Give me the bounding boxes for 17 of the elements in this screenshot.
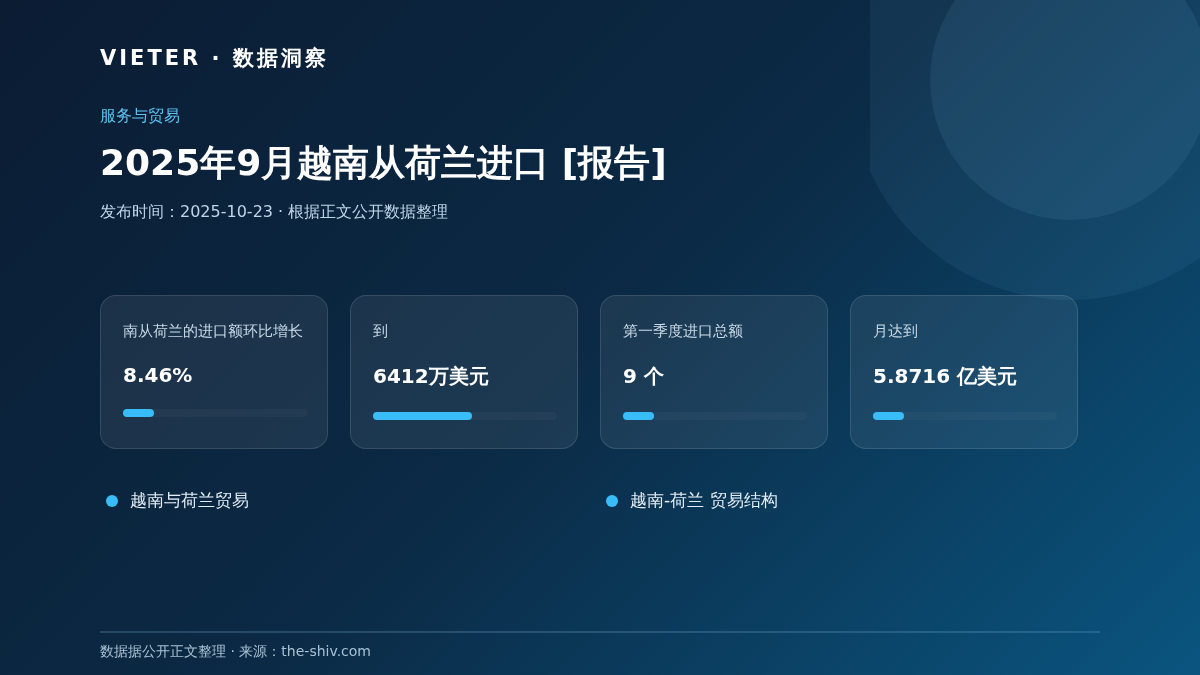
section-heading: 越南与荷兰贸易 — [130, 489, 249, 512]
publish-info: 发布时间：2025-10-23 · 根据正文公开数据整理 — [100, 202, 449, 223]
stat-value: 8.46% — [123, 363, 193, 387]
stat-value: 9 个 — [623, 363, 664, 390]
category-label: 服务与贸易 — [100, 106, 180, 127]
bullet-icon — [106, 494, 118, 507]
stat-label: 到 — [373, 322, 388, 341]
stat-label: 第一季度进口总额 — [623, 322, 743, 341]
stat-label: 南从荷兰的进口额环比增长 — [123, 322, 303, 341]
stat-value: 5.8716 亿美元 — [873, 363, 1018, 390]
stat-label: 月达到 — [873, 322, 918, 341]
brand-title: VIETER · 数据洞察 — [100, 45, 329, 72]
page-title: 2025年9月越南从荷兰进口 [报告] — [100, 141, 667, 185]
stat-value: 6412万美元 — [373, 363, 489, 390]
footer-source: 数据据公开正文整理 · 来源：the-shiv.com — [100, 643, 371, 661]
section-heading: 越南-荷兰 贸易结构 — [630, 489, 778, 512]
bullet-icon — [606, 494, 618, 507]
